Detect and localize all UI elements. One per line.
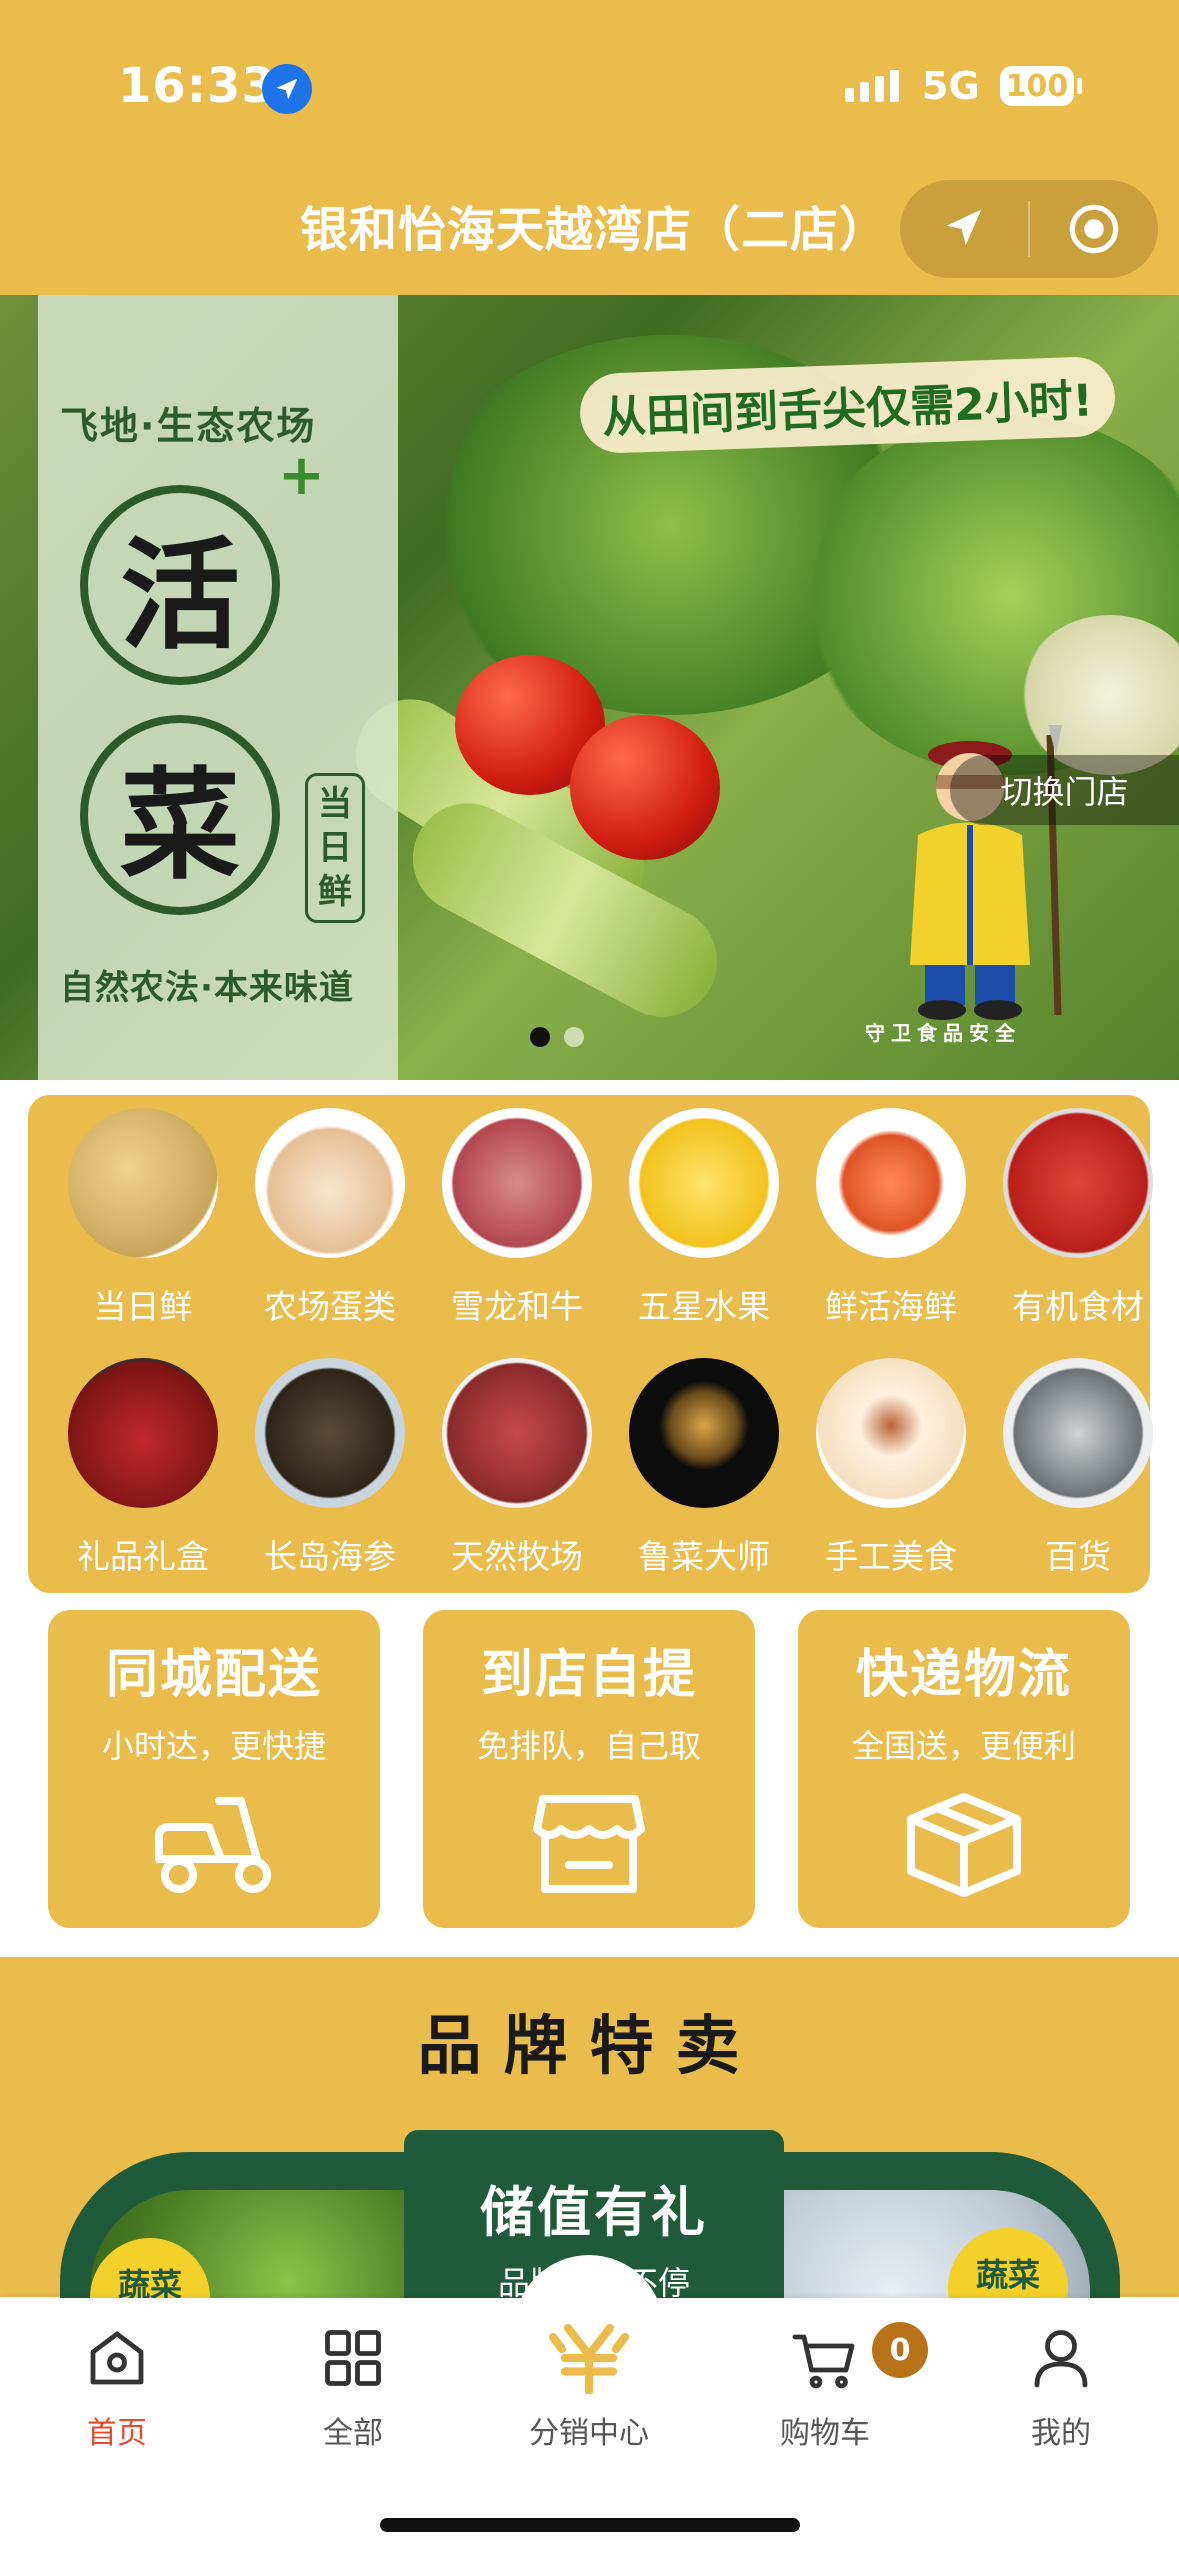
status-time: 16:33 xyxy=(118,58,276,114)
battery-tip xyxy=(1077,78,1082,94)
category-label: 雪龙和牛 xyxy=(451,1287,583,1326)
category-item[interactable]: 有机食材 xyxy=(985,1108,1171,1328)
promo-title: 储值有礼 xyxy=(480,2181,708,2244)
location-arrow-icon xyxy=(262,64,312,114)
banner-char-2: 菜 xyxy=(80,715,280,915)
grid-icon xyxy=(325,2330,381,2386)
brand-sale-title: 品牌特卖 xyxy=(417,2010,762,2084)
header: 16:33 5G 100 银和怡海天越湾店（二店） xyxy=(0,0,1179,295)
category-item[interactable]: 百货 xyxy=(985,1358,1171,1578)
delivery-card-pickup[interactable]: 到店自提 免排队，自己取 xyxy=(423,1610,755,1928)
tab-distribution-center[interactable]: 分销中心 xyxy=(509,2322,669,2452)
location-button[interactable] xyxy=(900,180,1028,278)
close-mini-program-button[interactable] xyxy=(1030,180,1158,278)
home-icon xyxy=(90,2331,144,2385)
banner-slogan: 自然农法·本来味道 xyxy=(60,968,354,1008)
banner-char-1: 活 xyxy=(80,485,280,685)
meat-image xyxy=(442,1358,592,1508)
cart-count-badge: 0 xyxy=(872,2322,928,2378)
potato-image xyxy=(68,1108,218,1258)
app-page: 16:33 5G 100 银和怡海天越湾店（二店） 飞地·生态农场 + 活 菜 … xyxy=(0,0,1179,2556)
category-label: 鲜活海鲜 xyxy=(825,1287,957,1326)
category-label: 五星水果 xyxy=(638,1287,770,1326)
cart-icon xyxy=(792,2334,855,2389)
target-icon xyxy=(1069,204,1119,254)
eggs-image xyxy=(255,1108,405,1258)
shrimp-image xyxy=(816,1108,966,1258)
category-label: 有机食材 xyxy=(1012,1287,1144,1326)
carousel-indicators xyxy=(530,1027,584,1047)
category-label: 礼品礼盒 xyxy=(77,1537,209,1576)
tab-label: 全部 xyxy=(323,2416,383,2451)
tab-label: 分销中心 xyxy=(529,2416,649,2451)
category-item[interactable]: 手工美食 xyxy=(798,1358,984,1578)
battery-icon: 100 xyxy=(1000,66,1074,106)
store-icon xyxy=(533,1795,645,1893)
goji-image xyxy=(1003,1108,1153,1258)
pineapple-image xyxy=(629,1108,779,1258)
category-item[interactable]: 鲜活海鲜 xyxy=(798,1108,984,1328)
home-indicator xyxy=(380,2518,800,2532)
category-item[interactable]: 天然牧场 xyxy=(424,1358,610,1578)
delivery-subtitle: 全国送，更便利 xyxy=(851,1727,1076,1765)
tab-label: 首页 xyxy=(87,2416,147,2451)
category-item[interactable]: 礼品礼盒 xyxy=(50,1358,236,1578)
sea-cucumber-image xyxy=(255,1358,405,1508)
category-label: 手工美食 xyxy=(825,1537,957,1576)
tab-label: 我的 xyxy=(1031,2416,1091,2451)
delivery-card-express[interactable]: 快递物流 全国送，更便利 xyxy=(798,1610,1130,1928)
fresh-tag: 当 日 鲜 xyxy=(305,773,365,923)
tab-mine[interactable]: 我的 xyxy=(981,2322,1141,2452)
box-icon xyxy=(907,1793,1021,1897)
category-label: 当日鲜 xyxy=(93,1287,193,1326)
category-label: 百货 xyxy=(1045,1537,1111,1576)
bun-image xyxy=(816,1358,966,1508)
navigation-icon xyxy=(946,209,982,246)
user-icon xyxy=(1034,2330,1088,2388)
fresh-tag-char: 日 xyxy=(318,828,352,868)
tomato-decoration xyxy=(570,715,720,860)
cookware-image xyxy=(1003,1358,1153,1508)
scooter-icon xyxy=(155,1797,271,1893)
dish-image xyxy=(629,1358,779,1508)
category-item[interactable]: 五星水果 xyxy=(611,1108,797,1328)
category-item[interactable]: 雪龙和牛 xyxy=(424,1108,610,1328)
mini-program-capsule xyxy=(900,180,1158,278)
category-label: 鲁菜大师 xyxy=(638,1537,770,1576)
store-name[interactable]: 银和怡海天越湾店（二店） xyxy=(300,190,888,260)
yuan-icon xyxy=(548,2323,630,2394)
delivery-title: 到店自提 xyxy=(480,1645,697,1705)
giftbox-image xyxy=(68,1358,218,1508)
category-item[interactable]: 鲁菜大师 xyxy=(611,1358,797,1578)
network-label: 5G xyxy=(922,64,980,108)
banner-plus: + xyxy=(278,443,325,508)
category-label: 农场蛋类 xyxy=(264,1287,396,1326)
carousel-dot[interactable] xyxy=(564,1027,584,1047)
tab-all[interactable]: 全部 xyxy=(273,2322,433,2452)
fresh-tag-char: 鲜 xyxy=(318,872,352,912)
delivery-subtitle: 免排队，自己取 xyxy=(476,1727,701,1765)
mascot-caption: 守卫食品安全 xyxy=(865,1021,1021,1045)
category-item[interactable]: 农场蛋类 xyxy=(237,1108,423,1328)
delivery-title: 快递物流 xyxy=(855,1645,1072,1705)
delivery-card-local[interactable]: 同城配送 小时达，更快捷 xyxy=(48,1610,380,1928)
delivery-subtitle: 小时达，更快捷 xyxy=(101,1727,326,1765)
beef-image xyxy=(442,1108,592,1258)
category-label: 长岛海参 xyxy=(264,1537,396,1576)
category-item[interactable]: 长岛海参 xyxy=(237,1358,423,1578)
tab-home[interactable]: 首页 xyxy=(37,2322,197,2452)
category-label: 天然牧场 xyxy=(451,1537,583,1576)
signal-icon xyxy=(845,70,899,102)
fresh-tag-char: 当 xyxy=(318,784,352,824)
delivery-title: 同城配送 xyxy=(105,1645,322,1705)
switch-store-button[interactable]: 切换门店 xyxy=(950,755,1179,825)
banner-carousel[interactable]: 飞地·生态农场 + 活 菜 当 日 鲜 自然农法·本来味道 从田间到舌尖仅需2小… xyxy=(0,295,1179,1080)
carousel-dot[interactable] xyxy=(530,1027,550,1047)
tab-label: 购物车 xyxy=(780,2416,870,2451)
banner-brand: 飞地·生态农场 xyxy=(60,404,317,448)
category-item[interactable]: 当日鲜 xyxy=(50,1108,236,1328)
